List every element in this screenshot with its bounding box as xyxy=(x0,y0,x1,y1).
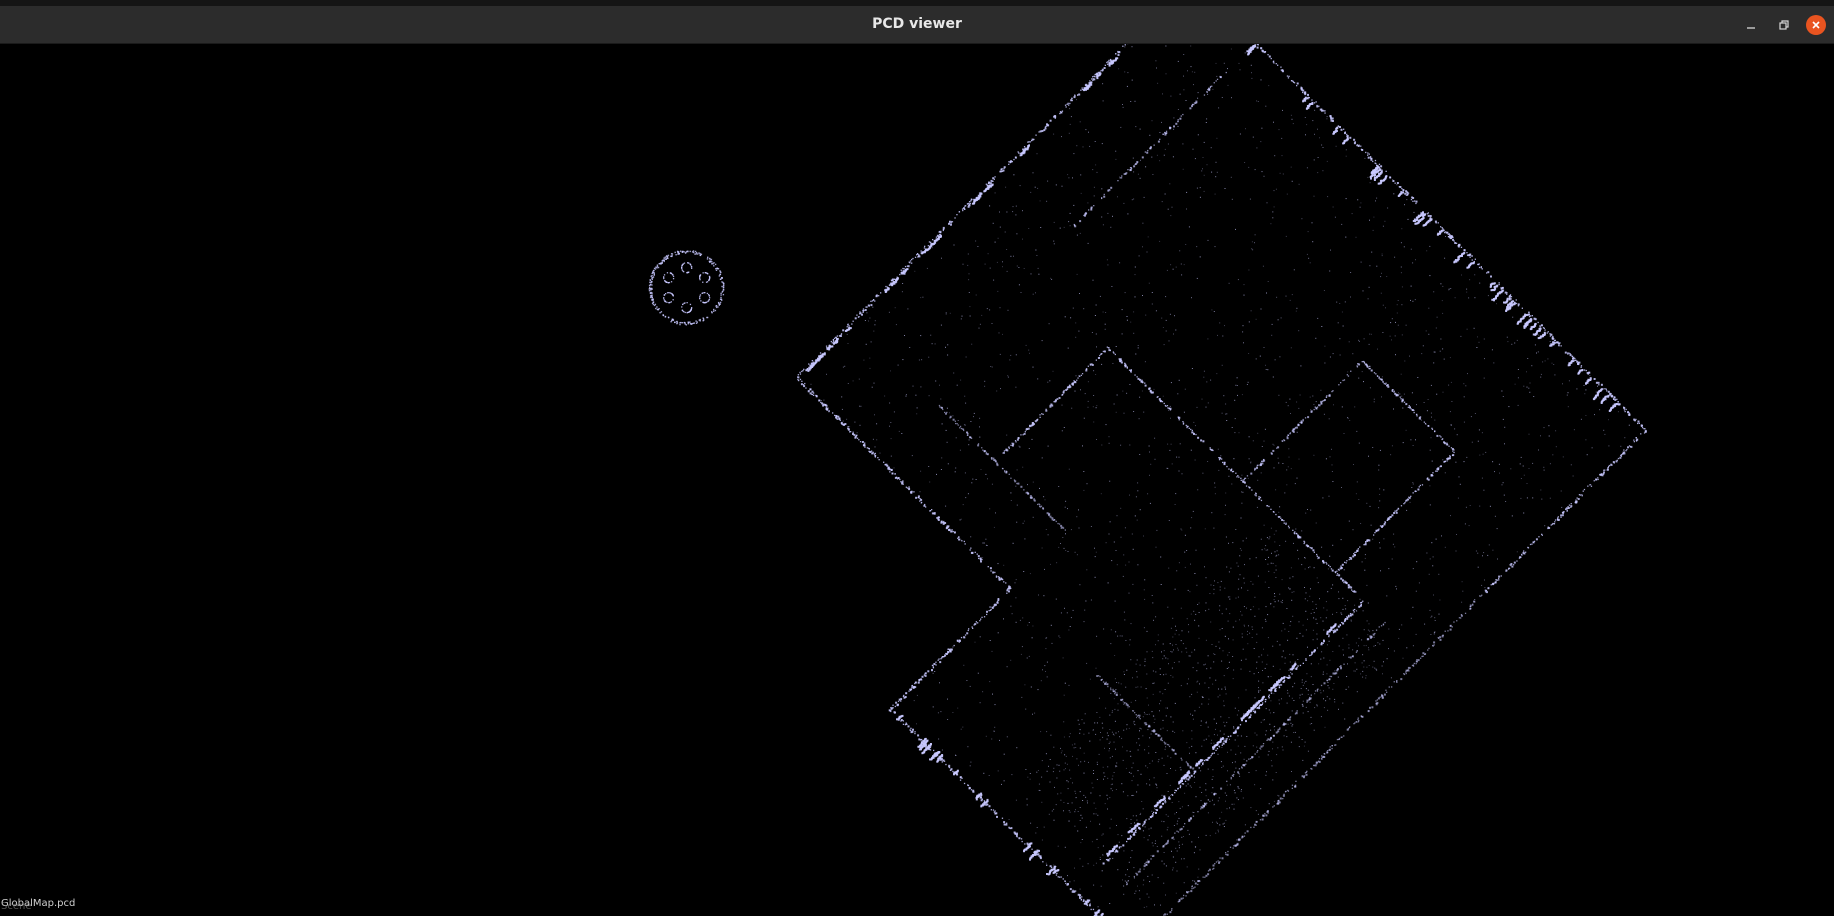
point-cloud-points xyxy=(648,44,1647,916)
window-title: PCD viewer xyxy=(872,16,962,32)
point-cloud-canvas[interactable] xyxy=(0,44,1834,916)
maximize-button[interactable] xyxy=(1773,14,1795,36)
overlay-underlay-text: Scene xyxy=(1,901,32,912)
close-icon xyxy=(1812,21,1820,29)
close-button[interactable] xyxy=(1806,15,1826,35)
restore-icon xyxy=(1779,20,1789,30)
window-titlebar[interactable]: PCD viewer xyxy=(0,6,1834,44)
minimize-icon xyxy=(1747,27,1755,29)
point-cloud-viewport[interactable] xyxy=(0,44,1834,916)
minimize-button[interactable] xyxy=(1740,14,1762,36)
viewer-overlay-text: Scene GlobalMap.pcd xyxy=(1,898,75,912)
